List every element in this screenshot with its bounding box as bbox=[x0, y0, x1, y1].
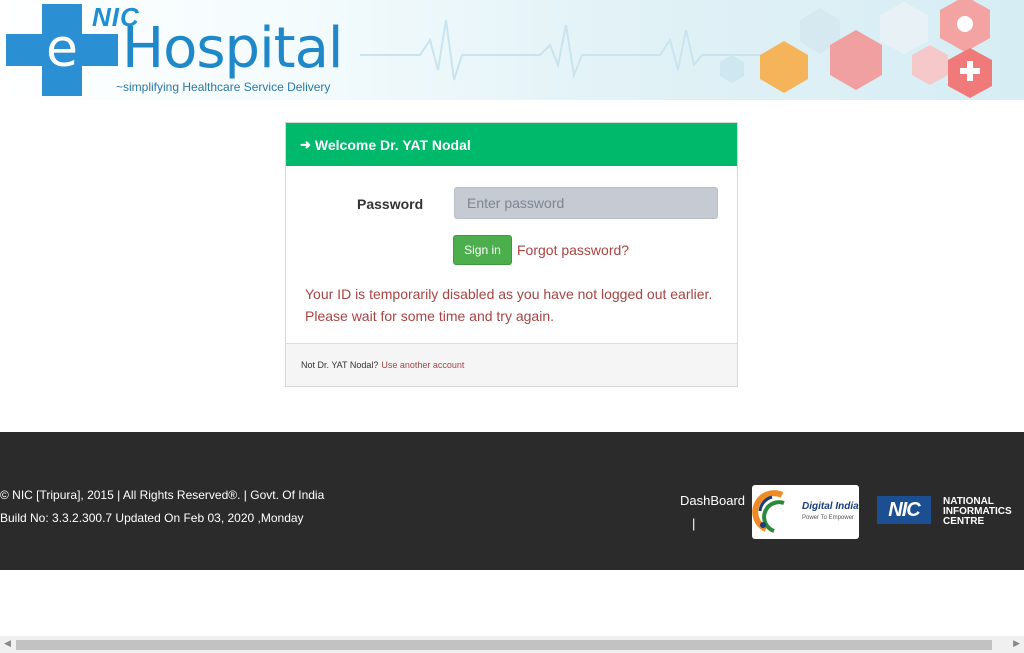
build-info-text: Build No: 3.3.2.300.7 Updated On Feb 03,… bbox=[0, 511, 304, 525]
digital-india-text: Digital India bbox=[802, 501, 859, 512]
logo-hospital-text: Hospital bbox=[122, 16, 343, 81]
site-header: e NIC Hospital ~simplifying Healthcare S… bbox=[0, 0, 1024, 100]
forgot-password-link[interactable]: Forgot password? bbox=[517, 242, 629, 258]
site-footer: © NIC [Tripura], 2015 | All Rights Reser… bbox=[0, 432, 1024, 570]
nic-logo-name: NATIONAL INFORMATICS CENTRE bbox=[943, 496, 1012, 527]
login-panel-header: ➜ Welcome Dr. YAT Nodal bbox=[286, 123, 737, 166]
digital-india-subtitle: Power To Empower bbox=[802, 515, 854, 521]
scroll-right-arrow-icon[interactable]: ▶ bbox=[1013, 638, 1020, 649]
not-user-text: Not Dr. YAT Nodal? bbox=[301, 360, 379, 370]
password-label: Password bbox=[357, 196, 424, 212]
nic-logo-mark: NIC bbox=[877, 496, 931, 524]
error-message: Your ID is temporarily disabled as you h… bbox=[305, 283, 725, 327]
error-line-1: Your ID is temporarily disabled as you h… bbox=[305, 286, 713, 302]
scrollbar-thumb[interactable] bbox=[16, 640, 992, 650]
digital-india-logo[interactable]: Digital India Power To Empower bbox=[752, 485, 859, 539]
dashboard-link[interactable]: DashBoard bbox=[680, 493, 745, 508]
login-panel-footer: Not Dr. YAT Nodal? Use another account bbox=[286, 343, 737, 386]
footer-separator: | bbox=[692, 516, 696, 531]
horizontal-scrollbar[interactable]: ◀ ▶ bbox=[0, 636, 1024, 653]
sign-in-button[interactable]: Sign in bbox=[453, 235, 512, 265]
medical-hexagon-decoration bbox=[720, 0, 992, 98]
error-line-2: Please wait for some time and try again. bbox=[305, 308, 555, 324]
svg-text:e: e bbox=[46, 19, 78, 79]
welcome-text: Welcome Dr. YAT Nodal bbox=[314, 136, 471, 153]
login-panel: ➜ Welcome Dr. YAT Nodal Password Sign in… bbox=[285, 122, 738, 387]
logo-tagline: ~simplifying Healthcare Service Delivery bbox=[116, 80, 331, 94]
sign-in-icon: ➜ bbox=[300, 136, 311, 152]
password-input[interactable] bbox=[454, 187, 718, 219]
scroll-left-arrow-icon[interactable]: ◀ bbox=[4, 638, 11, 649]
digital-india-emblem-icon bbox=[752, 490, 785, 533]
copyright-text: © NIC [Tripura], 2015 | All Rights Reser… bbox=[0, 488, 325, 502]
use-another-account-link[interactable]: Use another account bbox=[381, 360, 464, 370]
